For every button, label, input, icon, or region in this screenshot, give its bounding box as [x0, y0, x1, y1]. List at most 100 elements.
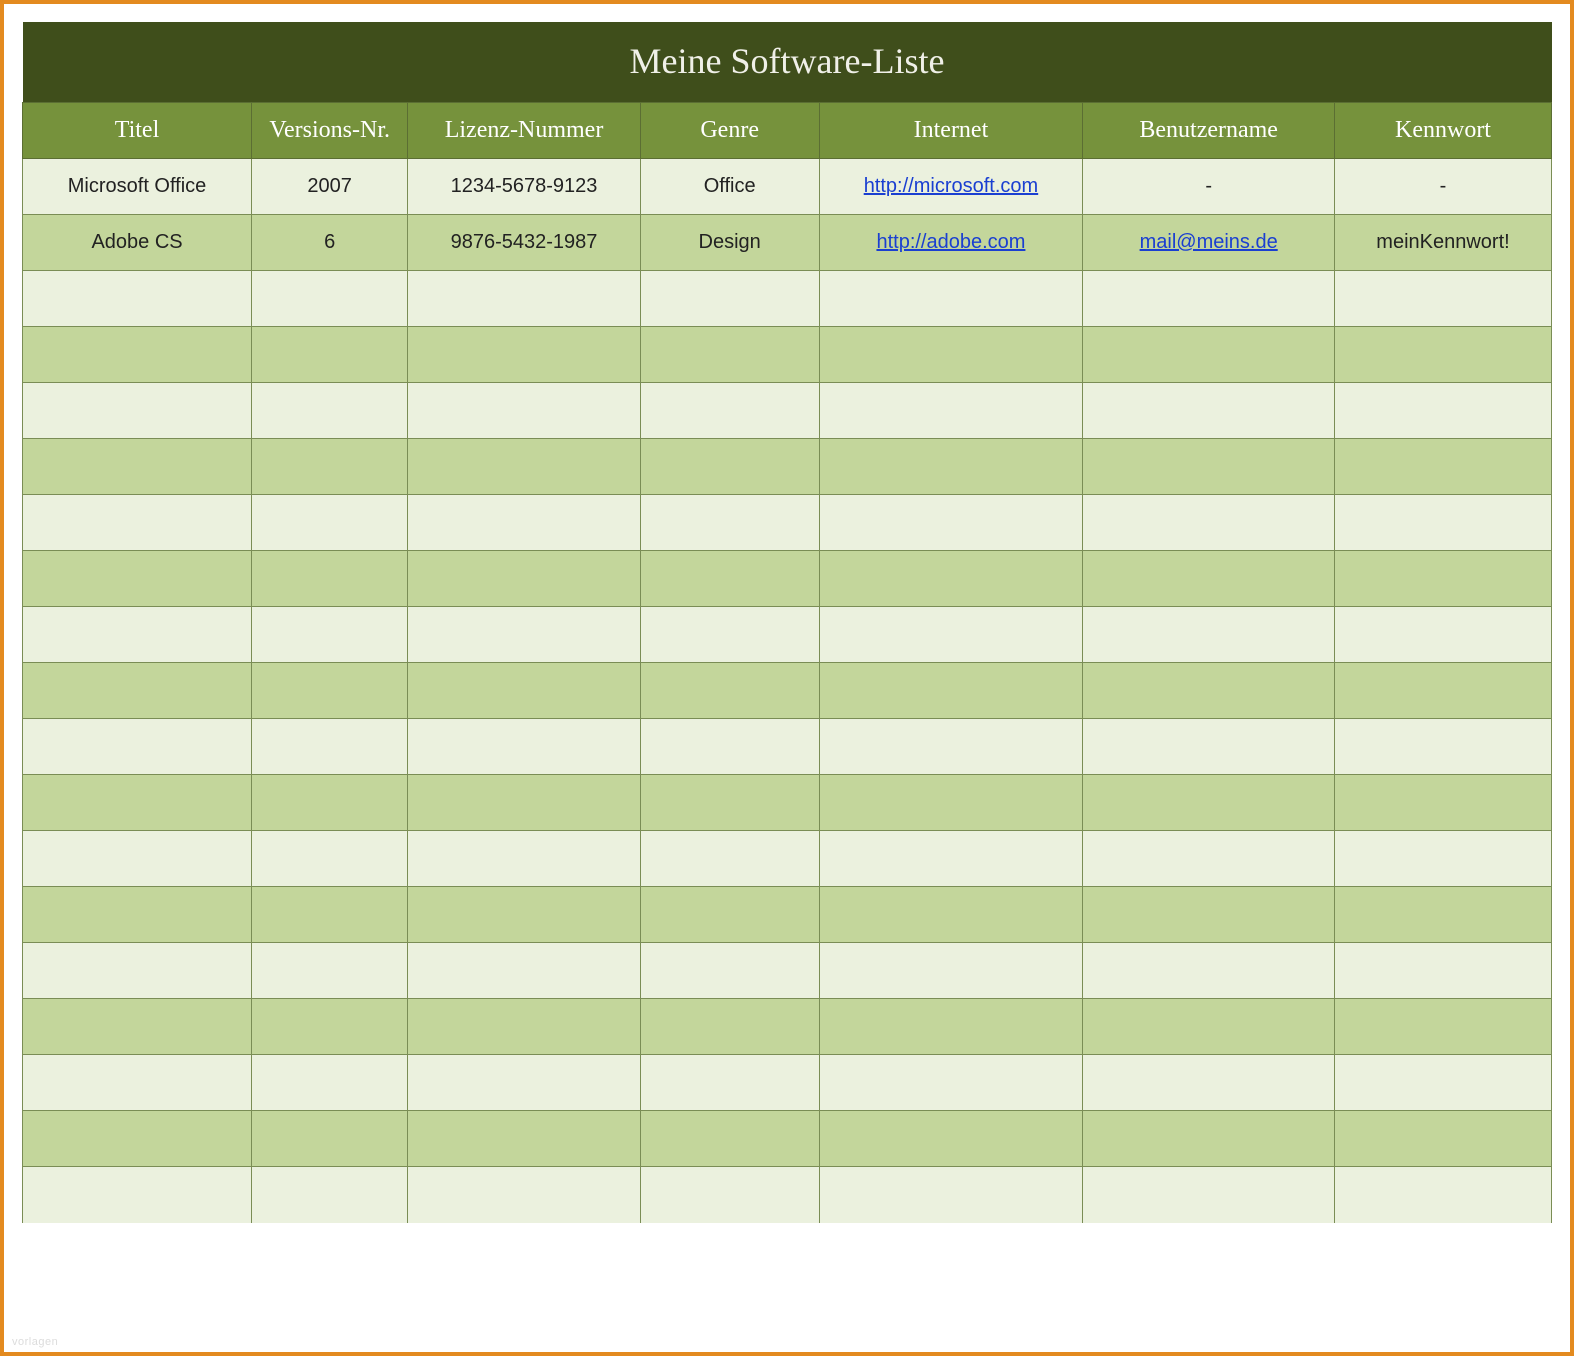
- cell-kennwort[interactable]: [1334, 719, 1551, 775]
- cell-lizenz[interactable]: [408, 887, 641, 943]
- cell-benutzer[interactable]: [1083, 943, 1335, 999]
- cell-kennwort[interactable]: [1334, 271, 1551, 327]
- cell-version[interactable]: [252, 831, 408, 887]
- cell-benutzer[interactable]: -: [1083, 159, 1335, 215]
- cell-titel[interactable]: Microsoft Office: [23, 159, 252, 215]
- cell-lizenz[interactable]: [408, 831, 641, 887]
- cell-version[interactable]: [252, 495, 408, 551]
- cell-benutzer[interactable]: [1083, 887, 1335, 943]
- cell-kennwort[interactable]: [1334, 551, 1551, 607]
- cell-internet[interactable]: [819, 943, 1083, 999]
- cell-lizenz[interactable]: [408, 607, 641, 663]
- cell-lizenz[interactable]: 9876-5432-1987: [408, 215, 641, 271]
- cell-lizenz[interactable]: [408, 327, 641, 383]
- cell-titel[interactable]: [23, 1055, 252, 1111]
- cell-internet[interactable]: [819, 1111, 1083, 1167]
- cell-titel[interactable]: [23, 383, 252, 439]
- cell-internet[interactable]: [819, 887, 1083, 943]
- cell-kennwort[interactable]: [1334, 383, 1551, 439]
- cell-genre[interactable]: [640, 383, 819, 439]
- cell-kennwort[interactable]: [1334, 1167, 1551, 1223]
- cell-internet[interactable]: [819, 327, 1083, 383]
- cell-titel[interactable]: [23, 831, 252, 887]
- cell-genre[interactable]: [640, 999, 819, 1055]
- cell-genre[interactable]: [640, 887, 819, 943]
- cell-internet[interactable]: [819, 383, 1083, 439]
- cell-titel[interactable]: [23, 1167, 252, 1223]
- cell-kennwort[interactable]: [1334, 663, 1551, 719]
- cell-titel[interactable]: [23, 775, 252, 831]
- cell-internet[interactable]: [819, 551, 1083, 607]
- cell-internet[interactable]: [819, 1055, 1083, 1111]
- cell-internet[interactable]: [819, 495, 1083, 551]
- cell-lizenz[interactable]: [408, 719, 641, 775]
- cell-genre[interactable]: [640, 607, 819, 663]
- cell-kennwort[interactable]: [1334, 831, 1551, 887]
- cell-titel[interactable]: Adobe CS: [23, 215, 252, 271]
- cell-titel[interactable]: [23, 271, 252, 327]
- cell-version[interactable]: [252, 1111, 408, 1167]
- cell-genre[interactable]: [640, 551, 819, 607]
- cell-lizenz[interactable]: 1234-5678-9123: [408, 159, 641, 215]
- cell-version[interactable]: [252, 719, 408, 775]
- cell-kennwort[interactable]: [1334, 1055, 1551, 1111]
- cell-kennwort[interactable]: [1334, 999, 1551, 1055]
- cell-lizenz[interactable]: [408, 495, 641, 551]
- cell-version[interactable]: [252, 663, 408, 719]
- cell-titel[interactable]: [23, 327, 252, 383]
- cell-benutzer[interactable]: [1083, 1111, 1335, 1167]
- cell-benutzer[interactable]: [1083, 831, 1335, 887]
- cell-lizenz[interactable]: [408, 1167, 641, 1223]
- cell-kennwort[interactable]: [1334, 887, 1551, 943]
- cell-kennwort[interactable]: [1334, 327, 1551, 383]
- cell-kennwort[interactable]: meinKennwort!: [1334, 215, 1551, 271]
- cell-kennwort[interactable]: [1334, 439, 1551, 495]
- cell-titel[interactable]: [23, 607, 252, 663]
- cell-kennwort[interactable]: [1334, 607, 1551, 663]
- cell-version[interactable]: 6: [252, 215, 408, 271]
- cell-titel[interactable]: [23, 1111, 252, 1167]
- cell-version[interactable]: [252, 1167, 408, 1223]
- cell-titel[interactable]: [23, 551, 252, 607]
- cell-benutzer[interactable]: [1083, 383, 1335, 439]
- cell-internet-link[interactable]: http://microsoft.com: [864, 175, 1039, 197]
- cell-lizenz[interactable]: [408, 1055, 641, 1111]
- cell-internet[interactable]: [819, 663, 1083, 719]
- cell-titel[interactable]: [23, 999, 252, 1055]
- cell-titel[interactable]: [23, 719, 252, 775]
- cell-version[interactable]: [252, 887, 408, 943]
- cell-genre[interactable]: [640, 327, 819, 383]
- cell-genre[interactable]: [640, 831, 819, 887]
- cell-lizenz[interactable]: [408, 999, 641, 1055]
- cell-benutzer[interactable]: [1083, 999, 1335, 1055]
- cell-titel[interactable]: [23, 943, 252, 999]
- cell-version[interactable]: [252, 999, 408, 1055]
- cell-benutzer[interactable]: [1083, 607, 1335, 663]
- cell-genre[interactable]: [640, 495, 819, 551]
- cell-benutzer[interactable]: [1083, 719, 1335, 775]
- cell-benutzer-link[interactable]: mail@meins.de: [1140, 231, 1278, 253]
- cell-version[interactable]: 2007: [252, 159, 408, 215]
- cell-genre[interactable]: [640, 943, 819, 999]
- cell-genre[interactable]: Design: [640, 215, 819, 271]
- cell-version[interactable]: [252, 551, 408, 607]
- cell-kennwort[interactable]: [1334, 1111, 1551, 1167]
- cell-titel[interactable]: [23, 887, 252, 943]
- cell-lizenz[interactable]: [408, 663, 641, 719]
- cell-internet[interactable]: [819, 719, 1083, 775]
- cell-genre[interactable]: [640, 1111, 819, 1167]
- cell-benutzer[interactable]: [1083, 439, 1335, 495]
- cell-benutzer[interactable]: [1083, 271, 1335, 327]
- cell-titel[interactable]: [23, 439, 252, 495]
- cell-version[interactable]: [252, 327, 408, 383]
- cell-lizenz[interactable]: [408, 551, 641, 607]
- cell-lizenz[interactable]: [408, 775, 641, 831]
- cell-genre[interactable]: Office: [640, 159, 819, 215]
- cell-kennwort[interactable]: [1334, 775, 1551, 831]
- cell-version[interactable]: [252, 271, 408, 327]
- cell-version[interactable]: [252, 775, 408, 831]
- cell-kennwort[interactable]: [1334, 943, 1551, 999]
- cell-benutzer[interactable]: [1083, 495, 1335, 551]
- cell-version[interactable]: [252, 1055, 408, 1111]
- cell-genre[interactable]: [640, 1167, 819, 1223]
